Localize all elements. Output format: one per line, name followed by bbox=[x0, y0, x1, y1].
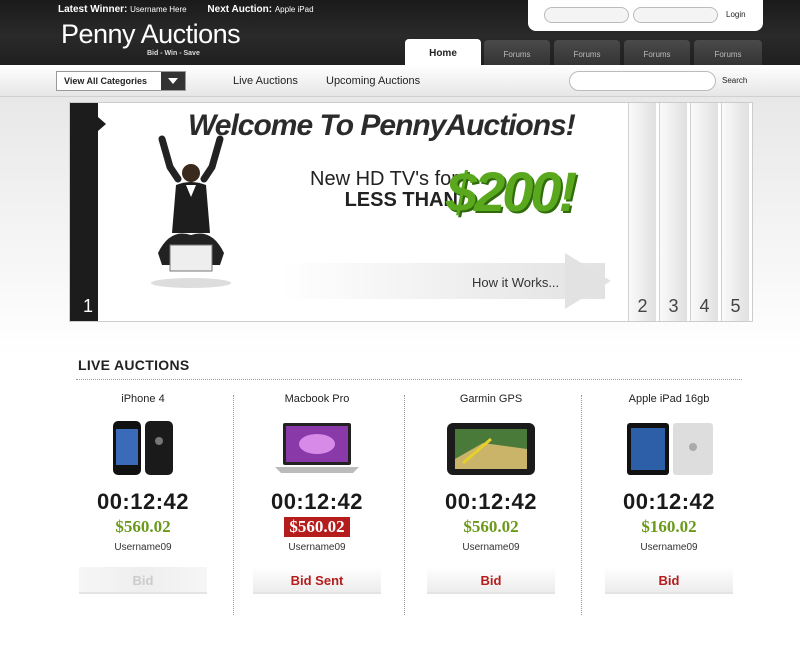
slide-tab-2[interactable]: 2 bbox=[628, 103, 656, 321]
top-header: Latest Winner: Username Here Next Auctio… bbox=[0, 0, 800, 66]
auction-title[interactable]: iPhone 4 bbox=[58, 393, 228, 419]
iphone-icon[interactable] bbox=[103, 419, 183, 479]
auction-timer: 00:12:42 bbox=[96, 489, 190, 514]
search-button[interactable]: Search bbox=[722, 76, 747, 85]
next-auction-value[interactable]: Apple iPad bbox=[275, 5, 314, 14]
chevron-down-icon[interactable] bbox=[161, 72, 185, 90]
bid-sent-button[interactable]: Bid Sent bbox=[253, 567, 381, 594]
nav-upcoming-auctions[interactable]: Upcoming Auctions bbox=[326, 75, 420, 87]
gps-icon[interactable] bbox=[443, 419, 539, 479]
slide-number: 1 bbox=[83, 296, 94, 316]
next-auction-label: Next Auction: bbox=[207, 4, 273, 15]
auction-title[interactable]: Apple iPad 16gb bbox=[584, 393, 754, 419]
auction-card: Macbook Pro 00:12:42 $560.02 Username09 … bbox=[232, 393, 402, 594]
category-select-label: View All Categories bbox=[64, 76, 148, 86]
celebrating-person-image bbox=[151, 135, 231, 288]
bid-button[interactable]: Bid bbox=[79, 567, 207, 594]
site-tagline: Bid - Win - Save bbox=[147, 50, 200, 57]
slide-number: 2 bbox=[637, 296, 648, 316]
promo-text: New HD TV's for LESS THAN bbox=[310, 169, 458, 211]
column-divider bbox=[581, 395, 582, 615]
auction-leader: Username09 bbox=[462, 542, 520, 553]
winner-ticker: Latest Winner: Username Here Next Auctio… bbox=[58, 4, 332, 15]
search-input[interactable] bbox=[569, 71, 716, 91]
category-select[interactable]: View All Categories bbox=[56, 71, 186, 91]
laptop-icon[interactable] bbox=[267, 419, 367, 479]
how-it-works-link[interactable]: How it Works... bbox=[472, 275, 559, 290]
latest-winner-label: Latest Winner: bbox=[58, 4, 128, 15]
ipad-icon[interactable] bbox=[619, 419, 719, 479]
auction-leader: Username09 bbox=[288, 542, 346, 553]
slide-number: 3 bbox=[668, 296, 679, 316]
auction-timer: 00:12:42 bbox=[270, 489, 364, 514]
section-title: LIVE AUCTIONS bbox=[78, 357, 190, 373]
auction-card: iPhone 4 00:12:42 $560.02 Username09 Bid bbox=[58, 393, 228, 594]
promo-line-1: New HD TV's for bbox=[310, 168, 458, 190]
login-box: Login bbox=[528, 0, 763, 31]
auction-leader: Username09 bbox=[640, 542, 698, 553]
slide-tab-4[interactable]: 4 bbox=[690, 103, 718, 321]
auction-card: Garmin GPS 00:12:42 $560.02 Username09 B… bbox=[406, 393, 576, 594]
auction-timer: 00:12:42 bbox=[622, 489, 716, 514]
latest-winner-value[interactable]: Username Here bbox=[130, 5, 186, 14]
auction-leader: Username09 bbox=[114, 542, 172, 553]
promo-line-2: LESS THAN bbox=[344, 189, 458, 211]
tab-home[interactable]: Home bbox=[405, 39, 481, 66]
auction-card: Apple iPad 16gb 00:12:42 $160.02 Usernam… bbox=[584, 393, 754, 594]
tab-forums-2[interactable]: Forums bbox=[554, 40, 620, 66]
password-field[interactable] bbox=[633, 7, 718, 23]
promo-price: $200! bbox=[446, 160, 577, 223]
nav-live-auctions[interactable]: Live Auctions bbox=[233, 75, 298, 87]
auction-price: $560.02 bbox=[284, 517, 350, 537]
tab-forums-3[interactable]: Forums bbox=[624, 40, 690, 66]
username-field[interactable] bbox=[544, 7, 629, 23]
arrow-right-icon[interactable] bbox=[565, 253, 611, 309]
slide-tab-1[interactable]: 1 bbox=[70, 103, 106, 321]
auction-timer: 00:12:42 bbox=[444, 489, 538, 514]
auction-title[interactable]: Macbook Pro bbox=[232, 393, 402, 419]
auction-price: $560.02 bbox=[463, 517, 519, 536]
login-button[interactable]: Login bbox=[726, 10, 746, 19]
column-divider bbox=[404, 395, 405, 615]
slide-indicator-icon bbox=[98, 117, 106, 131]
tab-forums-4[interactable]: Forums bbox=[694, 40, 762, 66]
site-logo[interactable]: Penny Auctions bbox=[61, 19, 241, 50]
tab-forums-1[interactable]: Forums bbox=[484, 40, 550, 66]
hero-slider: 1 Welcome To PennyAuctions! New HD TV's … bbox=[69, 102, 753, 322]
slide-number: 5 bbox=[730, 296, 741, 316]
nav-bar: View All Categories Live Auctions Upcomi… bbox=[0, 65, 800, 97]
auction-title[interactable]: Garmin GPS bbox=[406, 393, 576, 419]
slide-tab-3[interactable]: 3 bbox=[659, 103, 687, 321]
section-divider bbox=[76, 379, 742, 380]
auction-price: $160.02 bbox=[641, 517, 697, 536]
bid-button[interactable]: Bid bbox=[427, 567, 555, 594]
hero-headline: Welcome To PennyAuctions! bbox=[188, 109, 576, 142]
slide-tab-5[interactable]: 5 bbox=[721, 103, 749, 321]
auction-price: $560.02 bbox=[115, 517, 171, 536]
bid-button[interactable]: Bid bbox=[605, 567, 733, 594]
slide-number: 4 bbox=[699, 296, 710, 316]
